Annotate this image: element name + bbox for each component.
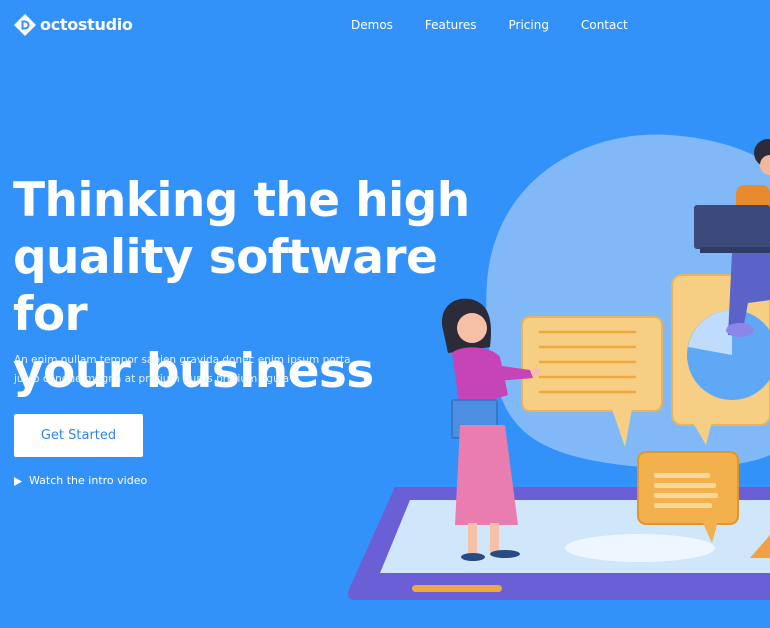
landing-page: octostudio Demos Features Pricing Contac… [0,0,770,628]
tablet-screen-glow [565,534,715,562]
hero-subtitle: An enim nullam tempor sapien gravida don… [14,351,369,389]
nav-item-pricing[interactable]: Pricing [509,18,549,32]
hero-subtitle-line-2: justo congue magna at pretium purus pret… [14,373,290,385]
nav-item-features[interactable]: Features [425,18,477,32]
nav-item-contact[interactable]: Contact [581,18,628,32]
hero-subtitle-line-1: An enim nullam tempor sapien gravida don… [14,354,351,366]
brand-name: octostudio [40,15,133,34]
play-icon [14,476,22,486]
people-with-chat-bubbles-and-laptop-illustration [347,134,770,600]
main-nav: Demos Features Pricing Contact [351,18,628,32]
tablet-home-bar [412,585,502,592]
watch-intro-video-link[interactable]: Watch the intro video [14,474,147,488]
nav-item-demos[interactable]: Demos [351,18,393,32]
octostudio-logo-icon [14,14,36,36]
get-started-button[interactable]: Get Started [14,414,143,457]
watch-intro-video-label: Watch the intro video [29,474,148,487]
brand-logo[interactable]: octostudio [14,14,133,36]
